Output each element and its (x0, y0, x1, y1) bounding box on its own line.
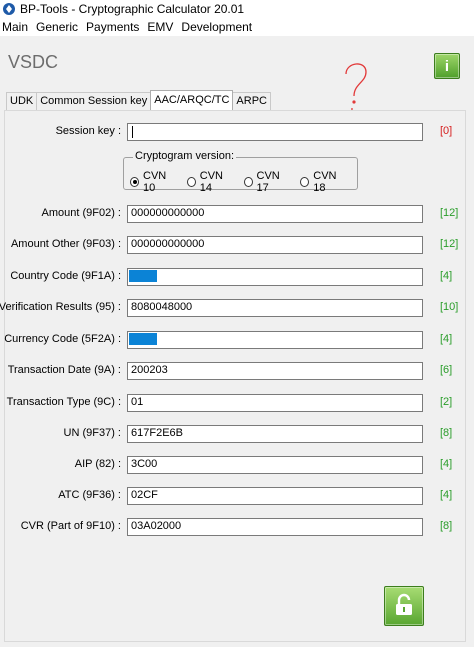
session-key-length: [0] (440, 125, 453, 137)
transaction-type-row: Transaction Type (9C) : 01 [2] (0, 394, 474, 412)
radio-cvn18[interactable]: CVN 18 (300, 170, 347, 194)
aip-row: AIP (82) : 3C00 [4] (0, 456, 474, 474)
currency-code-input[interactable] (127, 331, 423, 349)
transaction-date-row: Transaction Date (9A) : 200203 [6] (0, 362, 474, 380)
radio-cvn14[interactable]: CVN 14 (186, 170, 234, 194)
aip-label: AIP (82) : (74, 458, 121, 470)
cvr-length: [8] (440, 520, 453, 532)
country-code-input[interactable] (127, 268, 423, 286)
redaction-block (129, 333, 157, 346)
atc-label: ATC (9F36) : (58, 489, 121, 501)
app-icon (2, 2, 16, 16)
amount-input[interactable]: 000000000000 (127, 205, 423, 223)
currency-code-length: [4] (440, 333, 453, 345)
radio-cvn17-label: CVN 17 (256, 170, 280, 194)
tab-common-session-key[interactable]: Common Session key (36, 92, 152, 110)
cvr-label: CVR (Part of 9F10) : (20, 520, 121, 532)
transaction-date-label: Transaction Date (9A) : (7, 364, 121, 376)
amount-row: Amount (9F02) : 000000000000 [12] (0, 205, 474, 223)
verification-results-label: Verification Results (95) : (0, 301, 121, 313)
unlock-icon (393, 593, 415, 620)
radio-unselected-icon (300, 177, 310, 187)
radio-cvn18-label: CVN 18 (313, 170, 337, 194)
redaction-block (129, 270, 157, 283)
menu-generic[interactable]: Generic (34, 20, 82, 34)
currency-code-row: Currency Code (5F2A) : [4] (0, 331, 474, 349)
session-key-input[interactable] (127, 123, 423, 141)
cvr-input[interactable]: 03A02000 (127, 518, 423, 536)
un-length: [8] (440, 427, 453, 439)
cryptogram-version-legend: Cryptogram version: (133, 150, 237, 162)
country-code-label: Country Code (9F1A) : (10, 270, 121, 282)
radio-selected-icon (130, 177, 139, 187)
session-key-label: Session key : (55, 125, 121, 137)
un-input[interactable]: 617F2E6B (127, 425, 423, 443)
tab-aac-arqc-tc[interactable]: AAC/ARQC/TC (150, 90, 234, 110)
radio-cvn17[interactable]: CVN 17 (243, 170, 291, 194)
session-key-row: Session key : [0] (0, 123, 474, 141)
aip-input[interactable]: 3C00 (127, 456, 423, 474)
amount-length: [12] (440, 207, 459, 219)
menu-main[interactable]: Main (0, 20, 32, 34)
currency-code-label: Currency Code (5F2A) : (4, 333, 121, 345)
tab-udk[interactable]: UDK (6, 92, 38, 110)
verification-results-row: Verification Results (95) : 8080048000 [… (0, 299, 474, 317)
atc-input[interactable]: 02CF (127, 487, 423, 505)
radio-unselected-icon (243, 177, 253, 187)
transaction-type-length: [2] (440, 396, 453, 408)
country-code-row: Country Code (9F1A) : [4] (0, 268, 474, 286)
transaction-date-input[interactable]: 200203 (127, 362, 423, 380)
menu-payments[interactable]: Payments (84, 20, 143, 34)
verification-results-input[interactable]: 8080048000 (127, 299, 423, 317)
menu-development[interactable]: Development (179, 20, 256, 34)
header-area: VSDC i (0, 36, 474, 92)
generate-button[interactable] (384, 586, 424, 626)
aip-length: [4] (440, 458, 453, 470)
radio-unselected-icon (186, 177, 196, 187)
page-heading: VSDC (8, 52, 59, 72)
menu-bar: Main Generic Payments EMV Development (0, 18, 474, 36)
amount-other-row: Amount Other (9F03) : 000000000000 [12] (0, 236, 474, 254)
info-button[interactable]: i (434, 53, 460, 79)
tab-arpc[interactable]: ARPC (232, 92, 271, 110)
amount-label: Amount (9F02) : (41, 207, 121, 219)
tab-strip: UDK Common Session key AAC/ARQC/TC ARPC (6, 90, 271, 110)
radio-cvn10-label: CVN 10 (143, 170, 167, 194)
info-icon: i (444, 57, 450, 75)
un-label: UN (9F37) : (63, 427, 121, 439)
amount-other-length: [12] (440, 238, 459, 250)
amount-other-label: Amount Other (9F03) : (10, 238, 121, 250)
title-bar: BP-Tools - Cryptographic Calculator 20.0… (0, 0, 474, 18)
transaction-type-label: Transaction Type (9C) : (6, 396, 121, 408)
un-row: UN (9F37) : 617F2E6B [8] (0, 425, 474, 443)
transaction-type-input[interactable]: 01 (127, 394, 423, 412)
verification-results-length: [10] (440, 301, 459, 313)
cryptogram-version-group: Cryptogram version: CVN 10 CVN 14 CVN 17… (123, 150, 358, 194)
transaction-date-length: [6] (440, 364, 453, 376)
atc-row: ATC (9F36) : 02CF [4] (0, 487, 474, 505)
amount-other-input[interactable]: 000000000000 (127, 236, 423, 254)
menu-emv[interactable]: EMV (145, 20, 177, 34)
country-code-length: [4] (440, 270, 453, 282)
cvr-row: CVR (Part of 9F10) : 03A02000 [8] (0, 518, 474, 536)
atc-length: [4] (440, 489, 453, 501)
radio-cvn10[interactable]: CVN 10 (130, 170, 177, 194)
radio-cvn14-label: CVN 14 (199, 170, 223, 194)
window-title: BP-Tools - Cryptographic Calculator 20.0… (20, 2, 245, 16)
